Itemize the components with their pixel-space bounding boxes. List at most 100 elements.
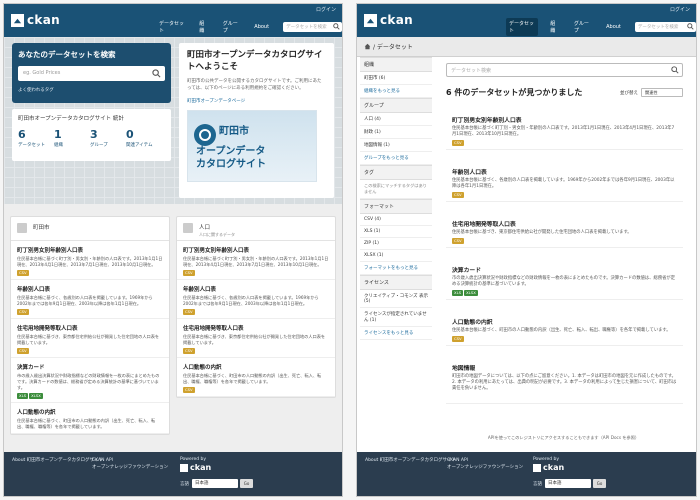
banner-line-2-text: オープンデータ xyxy=(196,146,266,157)
facet-show-more-link[interactable]: フォーマットをもっと見る xyxy=(360,262,432,275)
facet-item[interactable]: 地図情報 (1) xyxy=(360,139,432,152)
format-badge[interactable]: CSV xyxy=(183,387,195,393)
format-badge[interactable]: CSV xyxy=(452,192,464,198)
format-badge[interactable]: CSV xyxy=(183,348,195,354)
format-badge[interactable]: CSV xyxy=(452,140,464,146)
language-select[interactable]: 日本語 xyxy=(545,479,591,488)
facet-item[interactable]: XLS (1) xyxy=(360,226,432,238)
facet-sidebar: 組織 町田市 (6) 組織をもっと見る グループ 人口 (4) 財政 (1) 地図情報 (1… xyxy=(360,57,432,397)
group-title[interactable]: 人口 xyxy=(199,223,235,231)
language-go-button[interactable]: Go xyxy=(240,479,253,488)
facet-show-more-link[interactable]: ライセンスをもっと見る xyxy=(360,327,432,340)
facet-item[interactable]: 財政 (1) xyxy=(360,126,432,139)
dataset-item: 人口動態の内訳 住民基本台帳に基づく、町田市の人口動態の内訳（出生、死亡、転入、転… xyxy=(11,403,169,434)
footer-about-link[interactable]: About 町田市オープンデータカタログサイト xyxy=(12,457,103,464)
stat-related[interactable]: 0 関連アイテム xyxy=(126,128,162,148)
catalog-banner-image[interactable]: 町田市 オープンデータ カタログサイト xyxy=(187,110,317,182)
welcome-title: 町田市オープンデータカタログサイトへようこそ xyxy=(187,50,323,72)
footer-about-link[interactable]: About 町田市オープンデータカタログサイト xyxy=(365,457,456,464)
powered-by-label: Powered by xyxy=(533,457,560,462)
dataset-title-link[interactable]: 年齢別人口表 xyxy=(452,167,677,176)
sort-select[interactable]: 関連性 xyxy=(641,88,683,97)
dataset-item: 年齢別人口表 住民基本台帳に基づく、各歳別の人口表を掲載しています。1969年から… xyxy=(446,162,683,202)
stat-groups[interactable]: 3 グループ xyxy=(90,128,126,148)
language-label: 言語 xyxy=(180,481,189,487)
search-icon[interactable] xyxy=(687,23,694,30)
search-icon[interactable] xyxy=(671,66,679,74)
format-badge[interactable]: CSV xyxy=(17,270,29,276)
facet-item[interactable]: 町田市 (6) xyxy=(360,72,432,85)
facet-show-more-link[interactable]: グループをもっと見る xyxy=(360,152,432,165)
footer-api-link[interactable]: CKAN API xyxy=(92,457,168,464)
ckan-logo[interactable]: ckan xyxy=(11,13,60,27)
opendata-page-link[interactable]: 町田市オープンデータページ xyxy=(187,98,326,104)
dataset-title-link[interactable]: 年齢別人口表 xyxy=(17,285,163,293)
facet-item[interactable]: XLSX (1) xyxy=(360,250,432,262)
dataset-title-link[interactable]: 人口動態の内訳 xyxy=(452,317,677,326)
facet-item[interactable]: ライセンスが指定されていません (1) xyxy=(360,308,432,327)
nav-search-input[interactable]: データセットを検索 xyxy=(283,22,342,32)
format-badge[interactable]: XLS xyxy=(17,393,29,399)
login-link[interactable]: ログイン xyxy=(670,6,690,13)
nav-datasets[interactable]: データセット xyxy=(156,18,187,36)
format-badge[interactable]: XLSX xyxy=(464,290,478,296)
dataset-title-link[interactable]: 決算カード xyxy=(452,265,677,274)
nav-search-placeholder: データセットを検索 xyxy=(637,25,679,30)
dataset-search-input[interactable]: eg. Gold Prices xyxy=(18,66,165,81)
format-badge[interactable]: CSV xyxy=(17,309,29,315)
footer-okf-link[interactable]: オープンナレッジファウンデーション xyxy=(447,464,523,471)
facet-item[interactable]: クリエイティブ・コモンズ 表示 (5) xyxy=(360,290,432,308)
facet-item[interactable]: CSV (4) xyxy=(360,214,432,226)
dataset-search-input[interactable]: データセット検索 xyxy=(446,63,683,77)
dataset-title-link[interactable]: 町丁別男女別年齢別人口表 xyxy=(17,246,163,254)
dataset-title-link[interactable]: 決算カード xyxy=(17,363,163,371)
dataset-title-link[interactable]: 人口動態の内訳 xyxy=(17,408,163,416)
format-badge[interactable]: CSV xyxy=(17,348,29,354)
dataset-description: 住民基本台帳に基づく、各歳別の人口表を掲載しています。1969年から2002年ま… xyxy=(17,295,153,306)
facet-item[interactable]: 人口 (4) xyxy=(360,113,432,126)
home-icon[interactable] xyxy=(364,43,371,50)
language-select[interactable]: 日本語 xyxy=(192,479,238,488)
dataset-title-link[interactable]: 人口動態の内訳 xyxy=(183,363,329,371)
ckan-logo[interactable]: ckan xyxy=(364,13,413,27)
format-badge[interactable]: XLSX xyxy=(29,393,43,399)
nav-groups[interactable]: グループ xyxy=(220,18,243,36)
footer-api-link[interactable]: CKAN API xyxy=(447,457,523,464)
nav-organizations[interactable]: 組織 xyxy=(196,18,210,36)
organization-title[interactable]: 町田市 xyxy=(33,223,50,231)
dataset-title-link[interactable]: 年齢別人口表 xyxy=(183,285,329,293)
dataset-title-link[interactable]: 住宅用地開発等取人口表 xyxy=(452,219,677,228)
facet-heading: グループ xyxy=(360,98,432,113)
dataset-title-link[interactable]: 地図情報 xyxy=(452,363,677,372)
format-badge[interactable]: CSV xyxy=(183,309,195,315)
facet-item[interactable]: ZIP (1) xyxy=(360,238,432,250)
nav-search-input[interactable]: データセットを検索 xyxy=(634,22,696,32)
footer-ckan-logo[interactable]: ckan xyxy=(180,463,211,472)
breadcrumb-current[interactable]: / データセット xyxy=(373,42,413,51)
login-link[interactable]: ログイン xyxy=(316,6,336,13)
nav-about[interactable]: About xyxy=(603,22,624,32)
facet-show-more-link[interactable]: 組織をもっと見る xyxy=(360,85,432,98)
stat-organizations[interactable]: 1 組織 xyxy=(54,128,90,148)
format-badge[interactable]: XLS xyxy=(452,290,464,296)
format-badge[interactable]: ZIP xyxy=(452,394,462,400)
nav-search-placeholder: データセットを検索 xyxy=(286,25,327,30)
nav-datasets[interactable]: データセット xyxy=(506,18,539,36)
dataset-title-link[interactable]: 町丁別男女別年齢別人口表 xyxy=(452,115,677,124)
nav-about[interactable]: About xyxy=(251,22,272,32)
dataset-title-link[interactable]: 住宅用地開発等取人口表 xyxy=(183,324,329,332)
footer-ckan-logo[interactable]: ckan xyxy=(533,463,564,472)
dataset-title-link[interactable]: 住宅用地開発等取人口表 xyxy=(17,324,163,332)
language-go-button[interactable]: Go xyxy=(593,479,606,488)
footer-okf-link[interactable]: オープンナレッジファウンデーション xyxy=(92,464,168,471)
dataset-title-link[interactable]: 町丁別男女別年齢別人口表 xyxy=(183,246,329,254)
format-badge[interactable]: CSV xyxy=(452,238,464,244)
format-badge[interactable]: CSV xyxy=(183,270,195,276)
api-note[interactable]: APIを使ってこのレジストリにアクセスすることもできます（API Docs を参… xyxy=(446,435,681,441)
stat-datasets[interactable]: 6 データセット xyxy=(18,128,54,148)
search-icon[interactable] xyxy=(152,69,161,78)
nav-organizations[interactable]: 組織 xyxy=(547,18,562,36)
format-badge[interactable]: CSV xyxy=(452,336,464,342)
nav-groups[interactable]: グループ xyxy=(571,18,594,36)
search-icon[interactable] xyxy=(333,23,340,30)
